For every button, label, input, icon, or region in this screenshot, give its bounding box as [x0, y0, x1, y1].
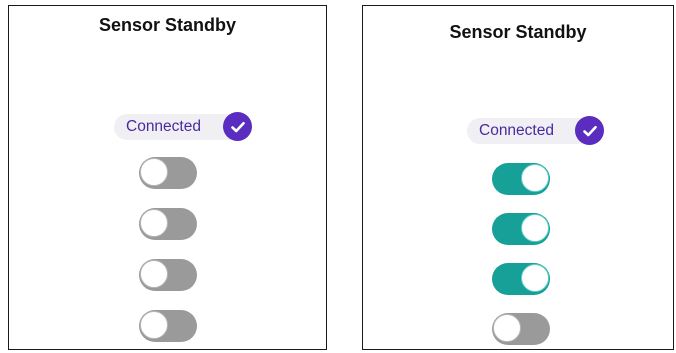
connected-status-badge: Connected [467, 116, 604, 145]
toggle-switch-2[interactable] [492, 213, 550, 245]
toggle-knob [140, 260, 168, 288]
panel-title: Sensor Standby [449, 22, 587, 42]
toggle-switch-3[interactable] [492, 263, 550, 295]
sensor-standby-panel-right: Sensor Standby Connected [362, 5, 674, 350]
toggle-knob [521, 164, 549, 192]
toggle-switch-4[interactable] [139, 310, 197, 342]
toggle-knob [521, 214, 549, 242]
toggle-switch-1[interactable] [139, 157, 197, 189]
connected-status-badge: Connected [114, 112, 252, 141]
toggle-switch-3[interactable] [139, 259, 197, 291]
toggle-switch-4[interactable] [492, 313, 550, 345]
toggle-knob [140, 311, 168, 339]
toggle-knob [493, 314, 521, 342]
toggle-switch-1[interactable] [492, 163, 550, 195]
toggle-knob [140, 209, 168, 237]
toggle-switch-2[interactable] [139, 208, 197, 240]
check-circle-icon [575, 116, 604, 145]
panel-title: Sensor Standby [98, 15, 237, 35]
check-circle-icon [223, 112, 252, 141]
sensor-standby-panel-left: Sensor Standby Connected [8, 5, 327, 350]
status-label: Connected [479, 122, 554, 139]
toggle-knob [140, 158, 168, 186]
status-label: Connected [126, 118, 201, 135]
toggle-knob [521, 264, 549, 292]
